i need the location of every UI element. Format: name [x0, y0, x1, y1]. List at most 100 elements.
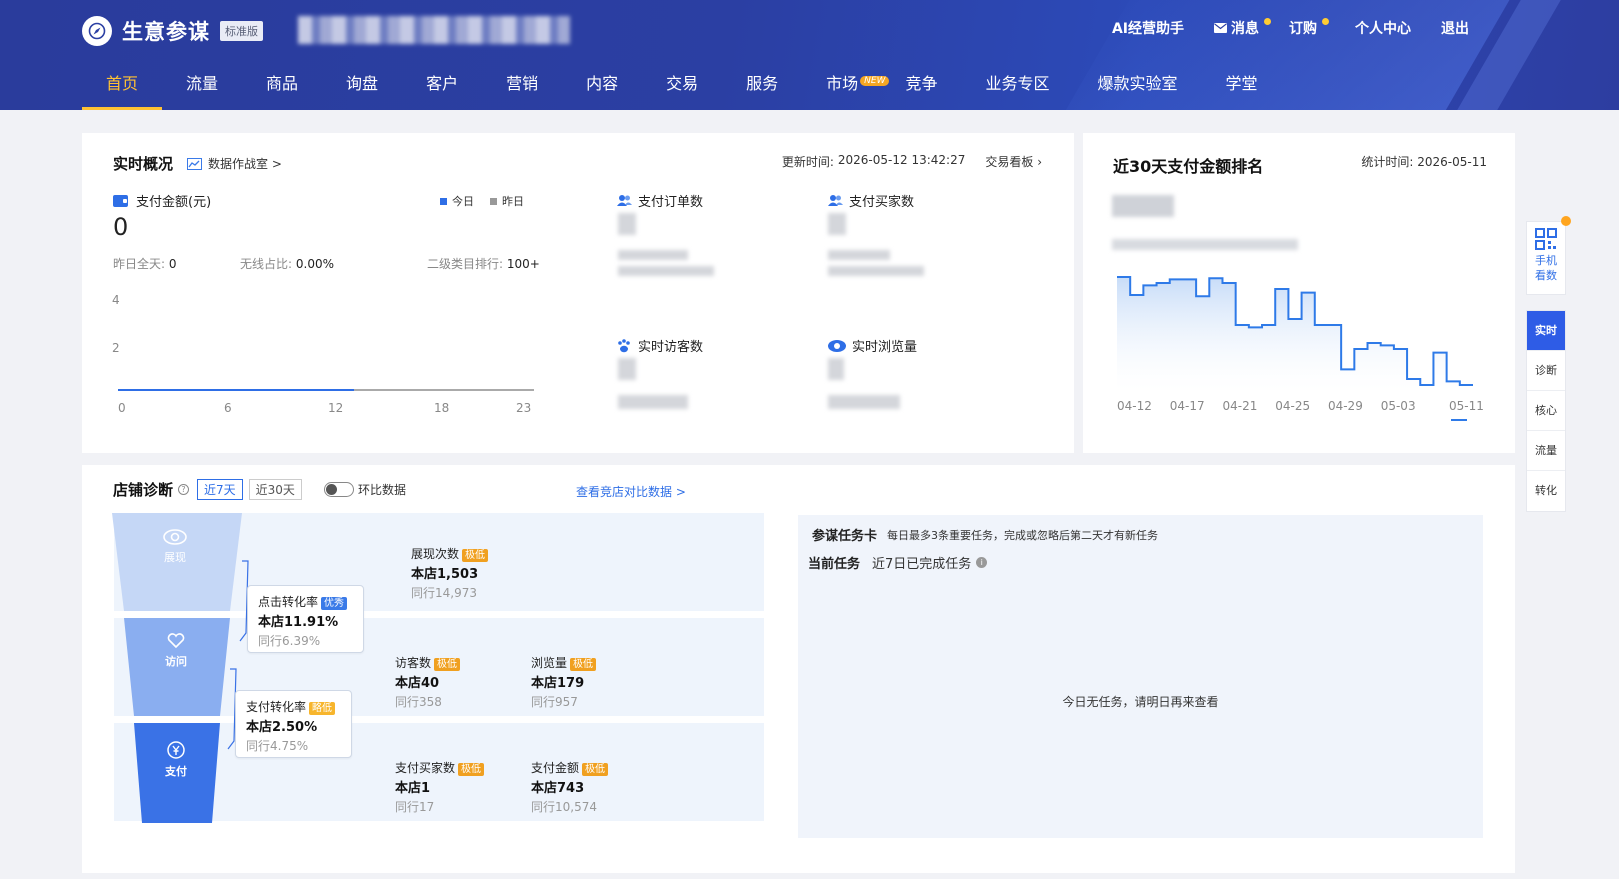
- edition-badge: 标准版: [220, 21, 263, 41]
- ai-assistant-link[interactable]: AI经营助手: [1112, 18, 1184, 38]
- users-icon: [617, 195, 632, 206]
- buyers-diag-tag: 极低: [458, 763, 485, 776]
- ranking-title: 近30天支付金额排名: [1113, 157, 1264, 176]
- side-tab-core[interactable]: 核心: [1527, 391, 1565, 431]
- wireless-stat: 无线占比: 0.00%: [240, 255, 334, 272]
- main-nav: 首页 流量 商品 询盘 客户 营销 内容 交易 服务 市场 NEW 竞争 业务专区…: [82, 70, 1282, 110]
- diagnosis-card: 店铺诊断 ? 近7天 近30天 环比数据 查看竞店对比数据 > 展现 访问 支付…: [82, 465, 1515, 873]
- pay-orders-metric: 支付订单数: [617, 191, 703, 210]
- tab-30-days[interactable]: 近30天: [248, 479, 302, 500]
- mobile-view-button[interactable]: 手机 看数: [1526, 216, 1571, 295]
- current-task-value[interactable]: 近7日已完成任务: [872, 553, 971, 572]
- pay-rate-store: 本店2.50%: [246, 720, 318, 735]
- personal-center-link[interactable]: 个人中心: [1355, 18, 1411, 38]
- legend-today: 今日: [440, 193, 474, 209]
- nav-inquiry[interactable]: 询盘: [322, 70, 402, 108]
- side-tab-diagnosis[interactable]: 诊断: [1527, 351, 1565, 391]
- amount-diag-label: 支付金额: [531, 761, 580, 775]
- yesterday-label: 昨日全天:: [113, 257, 166, 271]
- nav-competition[interactable]: 竞争: [897, 70, 961, 108]
- ranking-line-chart: 04-12 04-17 04-21 04-25 04-29 05-03 05-11: [1117, 276, 1484, 421]
- pageviews-label: 实时浏览量: [852, 340, 918, 355]
- x-tick-12: 12: [328, 401, 344, 415]
- side-tab-realtime[interactable]: 实时: [1527, 311, 1565, 351]
- mail-icon: [1214, 23, 1227, 33]
- realtime-card: 实时概况 数据作战室 > 更新时间: 2026-05-12 13:42:27 交…: [82, 133, 1074, 453]
- app-name: 生意参谋: [122, 20, 210, 44]
- nav-service[interactable]: 服务: [722, 70, 802, 108]
- rank-value: 100+: [506, 257, 540, 271]
- funnel-visit: 访问: [161, 633, 191, 669]
- nav-content[interactable]: 内容: [562, 70, 642, 108]
- impressions-metric: 展现次数 极低 本店1,503 同行14,973: [411, 545, 489, 601]
- compare-toggle[interactable]: [323, 482, 354, 497]
- info-icon[interactable]: i: [976, 557, 988, 568]
- tab-7-days[interactable]: 近7天: [197, 479, 243, 500]
- pay-orders-label: 支付订单数: [638, 195, 704, 210]
- stat-label: 统计时间:: [1361, 155, 1414, 169]
- side-tab-conversion[interactable]: 转化: [1527, 471, 1565, 511]
- x-tick-0: 0: [118, 401, 126, 415]
- buyers-diag-label: 支付买家数: [395, 761, 456, 775]
- logout-link[interactable]: 退出: [1441, 18, 1469, 38]
- task-card: 参谋任务卡 每日最多3条重要任务，完成或忽略后第二天才有新任务 当前任务 近7日…: [798, 515, 1483, 838]
- legend-today-label: 今日: [452, 195, 474, 208]
- subscribe-link[interactable]: 订购: [1289, 18, 1329, 38]
- funnel-pay-label: 支付: [165, 765, 187, 778]
- compare-link[interactable]: 查看竞店对比数据 >: [576, 483, 686, 500]
- app-logo[interactable]: 生意参谋 标准版: [82, 16, 263, 46]
- war-room-link[interactable]: 数据作战室 >: [187, 155, 282, 172]
- nav-products[interactable]: 商品: [242, 70, 322, 108]
- buyers-diag-peer: 同行17: [395, 800, 435, 814]
- compass-icon: [82, 16, 112, 46]
- redacted-value: [618, 395, 688, 409]
- top-links: AI经营助手 消息 订购 个人中心 退出: [1082, 18, 1469, 38]
- subscribe-dot: [1322, 18, 1329, 25]
- nav-marketing[interactable]: 营销: [482, 70, 562, 108]
- impressions-store: 本店1,503: [411, 567, 479, 582]
- nav-market[interactable]: 市场 NEW: [802, 70, 897, 108]
- click-rate-peer: 同行6.39%: [258, 634, 321, 648]
- today-line: [118, 389, 354, 391]
- help-icon[interactable]: ?: [178, 484, 190, 495]
- visitors-metric: 实时访客数: [617, 336, 703, 355]
- ranking-selected-marker: [1451, 419, 1467, 421]
- eye-icon: [828, 339, 846, 352]
- nav-traffic[interactable]: 流量: [162, 70, 242, 108]
- funnel-pay: 支付: [161, 741, 191, 779]
- nav-academy[interactable]: 学堂: [1202, 70, 1282, 108]
- redacted-value: [1112, 195, 1174, 217]
- realtime-mini-chart: 4 2 0 6 12 18 23: [112, 293, 542, 423]
- stat-date: 2026-05-11: [1417, 155, 1487, 169]
- y-tick-2: 2: [112, 341, 120, 355]
- pay-buyers-metric: 支付买家数: [828, 191, 914, 210]
- impressions-tag: 极低: [462, 549, 489, 562]
- x-tick-6: 6: [224, 401, 232, 415]
- mobile-line1: 手机: [1535, 254, 1557, 267]
- redacted-value: [828, 395, 900, 409]
- nav-business-zone[interactable]: 业务专区: [962, 70, 1074, 108]
- nav-hot-lab[interactable]: 爆款实验室: [1074, 70, 1202, 108]
- message-dot: [1264, 18, 1271, 25]
- ranking-x-tick: 04-25: [1275, 399, 1310, 413]
- funnel-exposure-label: 展现: [164, 551, 186, 564]
- nav-home[interactable]: 首页: [82, 70, 163, 110]
- y-tick-4: 4: [112, 293, 120, 307]
- click-rate-label: 点击转化率: [258, 595, 319, 609]
- x-tick-18: 18: [434, 401, 450, 415]
- nav-trade[interactable]: 交易: [642, 70, 722, 108]
- trade-board-label: 交易看板: [985, 155, 1034, 169]
- visitors-diag-tag: 极低: [434, 658, 461, 671]
- side-tab-traffic[interactable]: 流量: [1527, 431, 1565, 471]
- click-rate-tag: 优秀: [321, 597, 348, 610]
- chart-icon: [187, 157, 203, 170]
- click-rate-store: 本店11.91%: [258, 615, 339, 630]
- funnel-visit-label: 访问: [165, 655, 187, 668]
- pay-amount-value: 0: [113, 213, 129, 241]
- nav-customers[interactable]: 客户: [402, 70, 482, 108]
- ranking-x-tick: 04-21: [1222, 399, 1257, 413]
- trade-board-link[interactable]: 交易看板 ›: [985, 153, 1042, 170]
- message-link[interactable]: 消息: [1214, 18, 1271, 38]
- task-subtitle: 每日最多3条重要任务，完成或忽略后第二天才有新任务: [887, 528, 1159, 542]
- funnel-exposure: 展现: [160, 529, 190, 565]
